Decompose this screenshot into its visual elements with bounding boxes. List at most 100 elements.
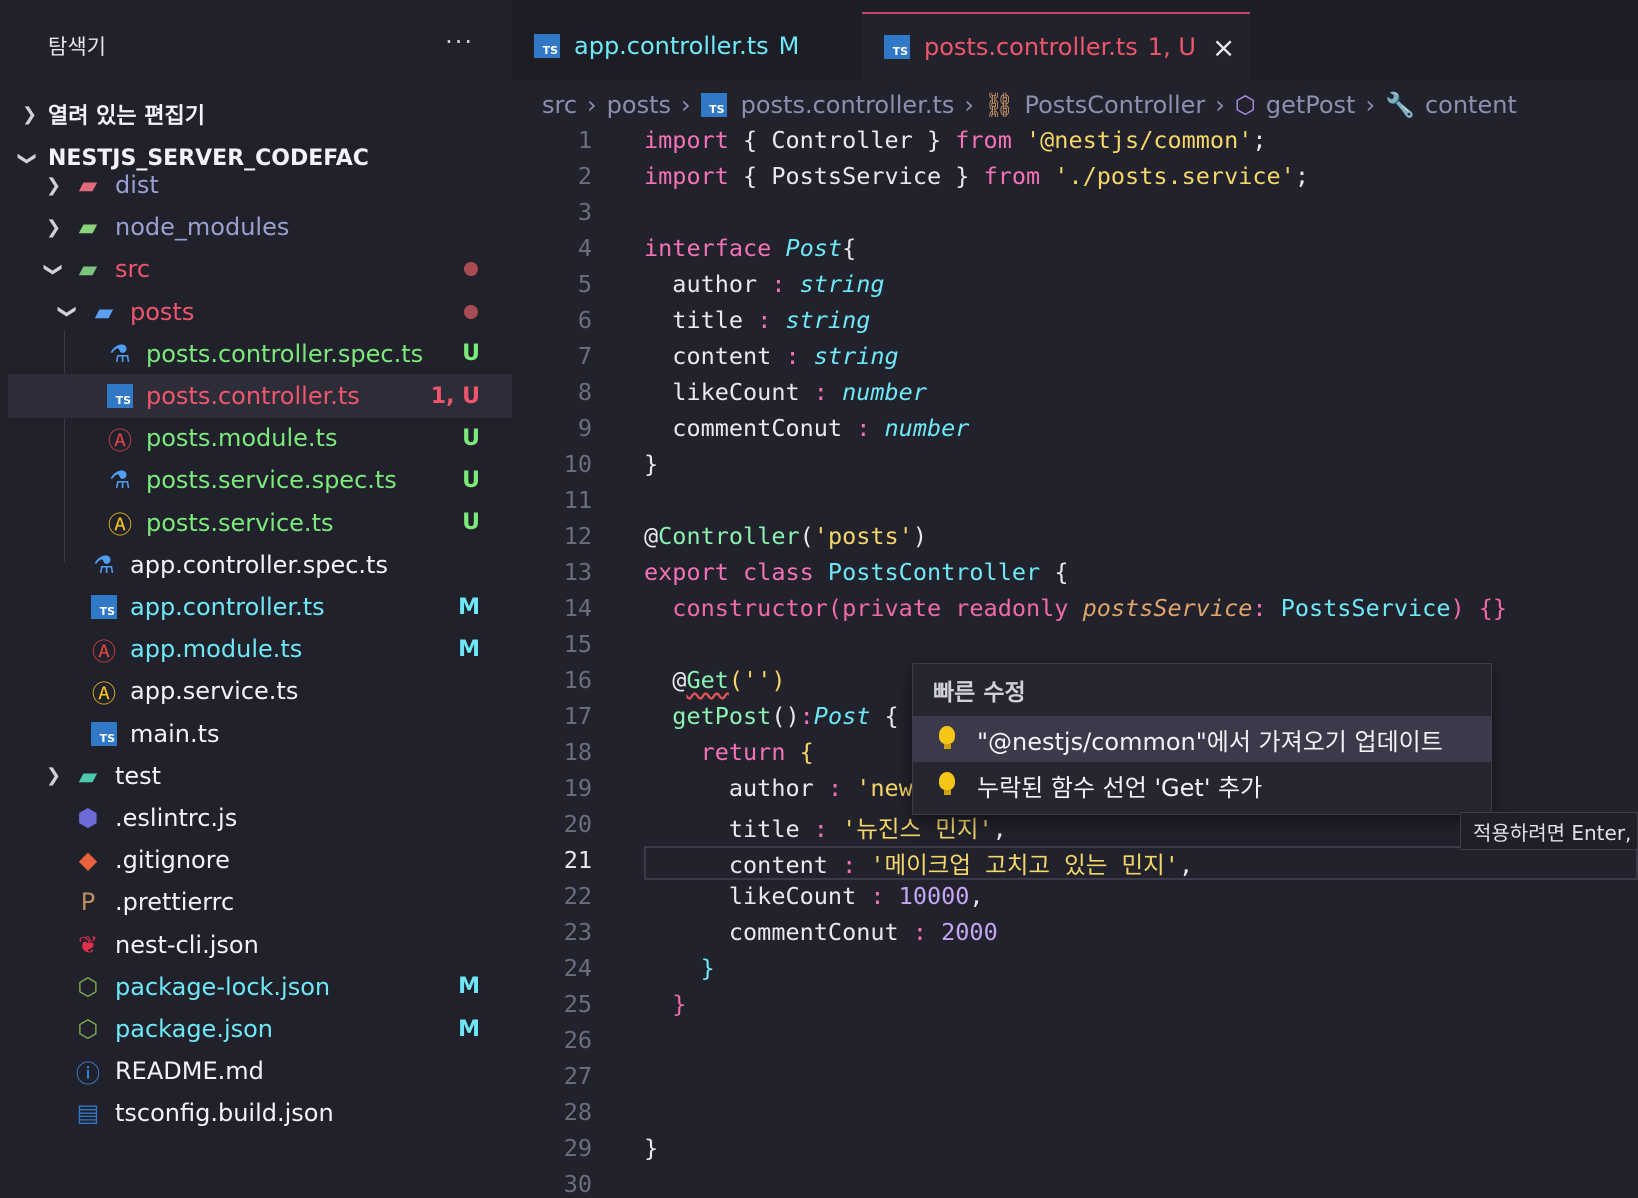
tree-item[interactable]: ❯ ▰ node_modules xyxy=(8,205,512,249)
tree-item[interactable]: ◆ .gitignore xyxy=(8,838,512,882)
line-number: 11 xyxy=(563,486,592,514)
chevron-right-icon: › xyxy=(587,91,597,119)
line-number: 27 xyxy=(563,1062,592,1090)
tree-item[interactable]: 𝖯 .prettierrc xyxy=(8,880,512,924)
class-icon: ⛓ xyxy=(984,91,1015,119)
tree-item[interactable]: Ⓐposts.module.ts U xyxy=(8,416,512,460)
tree-item[interactable]: ❯ ▰ test xyxy=(8,754,512,798)
chevron-right-icon: › xyxy=(1215,91,1225,119)
modified-dot xyxy=(464,262,478,277)
eslint-icon: ⬢ xyxy=(77,804,99,832)
tree-item[interactable]: ⚗ posts.controller.spec.ts U xyxy=(8,332,512,376)
tree-item-label: dist xyxy=(115,171,159,199)
tree-item[interactable]: ❯ ▰ src xyxy=(8,247,512,291)
prettier-icon: 𝖯 xyxy=(80,888,96,917)
breadcrumb-method[interactable]: getPost xyxy=(1266,91,1356,119)
line-number: 14 xyxy=(563,594,592,622)
tree-item-label: posts.controller.ts xyxy=(146,382,360,410)
git-status-badge: U xyxy=(462,341,480,367)
line-number: 15 xyxy=(563,630,592,658)
tree-item[interactable]: ❦ nest-cli.json xyxy=(8,923,512,967)
open-editors-section[interactable]: ❯ 열려 있는 편집기 xyxy=(8,92,512,136)
git-status-badge: U xyxy=(462,425,480,451)
tree-item-label: node_modules xyxy=(115,213,290,242)
wrench-icon: 🔧 xyxy=(1385,91,1415,119)
line-number: 9 xyxy=(577,414,592,442)
tab-bar: TS app.controller.ts M TS posts.controll… xyxy=(512,0,1638,80)
angular-icon: Ⓐ xyxy=(108,426,132,455)
tree-item[interactable]: Ⓐapp.module.ts M xyxy=(8,627,512,671)
tree-item-label: main.ts xyxy=(130,719,220,748)
code-line: commentConut : 2000 xyxy=(644,918,998,946)
breadcrumb-file[interactable]: posts.controller.ts xyxy=(741,91,955,119)
tree-item[interactable]: ⚗ app.controller.spec.ts xyxy=(8,543,512,587)
code-line: return { xyxy=(644,738,814,766)
tab-label: posts.controller.ts xyxy=(924,33,1138,61)
tree-item[interactable]: ❯ ▰ dist xyxy=(8,163,512,207)
tree-item-label: posts.module.ts xyxy=(146,424,338,453)
breadcrumb-src[interactable]: src xyxy=(542,91,577,119)
code-line: likeCount : 10000, xyxy=(644,882,984,910)
angular-icon: Ⓐ xyxy=(92,679,116,708)
tree-item-label: src xyxy=(115,255,151,284)
tree-item[interactable]: ⬢ .eslintrc.js xyxy=(8,796,512,840)
code-line: } xyxy=(644,954,715,982)
tree-item[interactable]: ⬡ package-lock.json M xyxy=(8,965,512,1009)
chevron-down-icon: ❯ xyxy=(43,261,65,277)
code-line: } xyxy=(644,1134,659,1162)
quick-fix-add-declaration[interactable]: 누락된 함수 선언 'Get' 추가 xyxy=(913,762,1491,808)
code-line: title : '뉴진스 민지', xyxy=(644,815,1007,843)
typescript-file-icon: TS xyxy=(90,720,118,748)
tree-item[interactable]: TS main.ts xyxy=(8,712,512,756)
git-status-badge: M xyxy=(458,636,480,662)
tree-item-label: .eslintrc.js xyxy=(115,804,238,832)
tree-item[interactable]: ❯ ▰ posts xyxy=(8,290,512,334)
quick-fix-menu: 빠른 수정 "@nestjs/common"에서 가져오기 업데이트 누락된 함… xyxy=(912,663,1492,815)
tree-item[interactable]: ⬡ package.json M xyxy=(8,1007,512,1051)
chevron-right-icon: ❯ xyxy=(46,216,62,238)
code-line: content : string xyxy=(644,342,899,370)
folder-icon: ▰ xyxy=(78,213,98,242)
tree-item[interactable]: Ⓐapp.service.ts xyxy=(8,669,512,713)
git-status-badge: U xyxy=(462,510,480,536)
lightbulb-icon xyxy=(939,726,955,749)
line-number: 28 xyxy=(563,1098,592,1126)
tree-item-label: posts xyxy=(130,297,195,326)
code-line: } xyxy=(644,450,659,478)
breadcrumb-posts[interactable]: posts xyxy=(607,91,671,119)
explorer-sidebar: 탐색기 ··· ❯ 열려 있는 편집기 ❯ NESTJS_SERVER_CODE… xyxy=(8,0,512,1194)
tree-item[interactable]: ⚗ posts.service.spec.ts U xyxy=(8,458,512,502)
code-line: @Get('') xyxy=(644,666,786,694)
tree-item[interactable]: ▤ tsconfig.build.json xyxy=(8,1091,512,1135)
tab-app-controller[interactable]: TS app.controller.ts M xyxy=(512,12,834,80)
git-status-badge: 1, U xyxy=(430,383,480,409)
line-number: 3 xyxy=(577,198,592,226)
tab-posts-controller[interactable]: TS posts.controller.ts 1, U × xyxy=(862,12,1250,80)
tree-item-label: posts.controller.spec.ts xyxy=(146,339,424,368)
code-line: import { Controller } from '@nestjs/comm… xyxy=(644,126,1267,154)
tree-item[interactable]: TS posts.controller.ts 1, U xyxy=(8,374,512,418)
tree-item[interactable]: Ⓐposts.service.ts U xyxy=(8,501,512,545)
quick-fix-update-import[interactable]: "@nestjs/common"에서 가져오기 업데이트 xyxy=(913,716,1491,762)
tree-item[interactable]: TS app.controller.ts M xyxy=(8,585,512,629)
tsconfig-icon: ▤ xyxy=(76,1099,100,1128)
code-line: import { PostsService } from './posts.se… xyxy=(644,162,1309,190)
lightbulb-icon xyxy=(939,772,955,795)
tree-item-label: test xyxy=(115,761,162,790)
tree-item[interactable]: ⓘ README.md xyxy=(8,1049,512,1093)
typescript-file-icon: TS xyxy=(90,593,118,621)
close-icon[interactable]: × xyxy=(1212,31,1235,64)
tree-item-label: posts.service.ts xyxy=(146,508,334,537)
folder-icon: ▰ xyxy=(94,297,114,326)
line-number: 26 xyxy=(563,1026,592,1054)
editor-area: TS app.controller.ts M TS posts.controll… xyxy=(512,0,1638,1198)
method-cube-icon: ⬡ xyxy=(1234,91,1256,119)
breadcrumb: src › posts › TS posts.controller.ts › ⛓… xyxy=(512,82,1638,128)
typescript-file-icon: TS xyxy=(884,35,910,59)
breadcrumb-property[interactable]: content xyxy=(1425,91,1517,119)
line-number: 8 xyxy=(577,378,592,406)
more-actions-icon[interactable]: ··· xyxy=(445,28,474,56)
breadcrumb-class[interactable]: PostsController xyxy=(1024,91,1205,119)
quick-fix-label: 누락된 함수 선언 'Get' 추가 xyxy=(977,773,1263,802)
tab-badge: M xyxy=(778,32,800,60)
